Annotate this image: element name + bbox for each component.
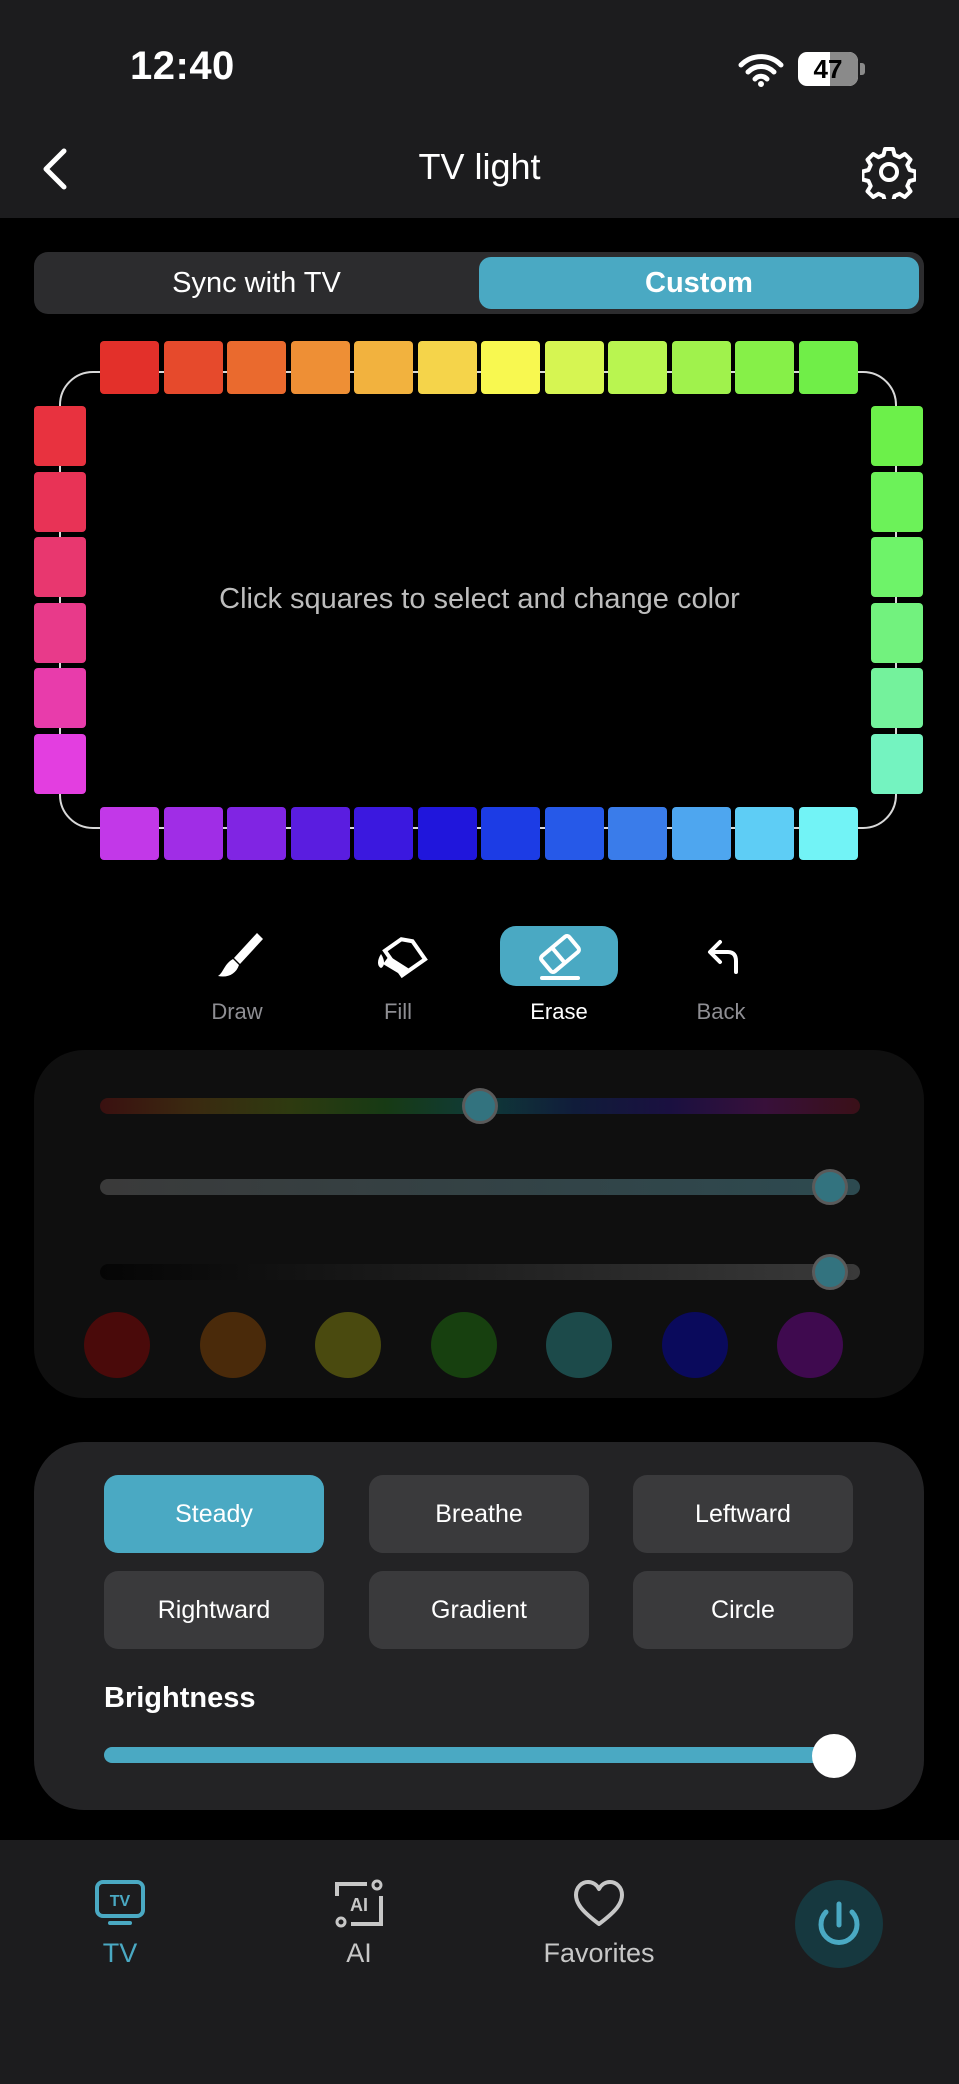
led-square-bottom[interactable] [671, 807, 731, 860]
svg-text:TV: TV [110, 1893, 131, 1910]
led-square-top[interactable] [100, 341, 159, 394]
color-preset-swatch[interactable] [84, 1312, 150, 1378]
tab-ai[interactable]: AI AI [279, 1878, 439, 1969]
led-square-top[interactable] [544, 341, 604, 394]
led-square-top[interactable] [290, 341, 350, 394]
color-preset-swatch[interactable] [315, 1312, 381, 1378]
fill-tool-label: Fill [383, 999, 413, 1024]
mode-gradient-button[interactable]: Gradient [369, 1571, 589, 1649]
tab-favorites[interactable]: Favorites [519, 1878, 679, 1969]
tab-tv-label: TV [102, 1938, 138, 1968]
led-square-top[interactable] [417, 341, 477, 394]
mode-segmented-control: Sync with TV Custom [34, 252, 924, 314]
wifi-icon [738, 54, 784, 87]
battery-level: 47 [813, 54, 843, 84]
led-square-bottom[interactable] [481, 807, 540, 860]
segment-sync-with-tv[interactable]: Sync with TV [34, 252, 479, 314]
led-square-top[interactable] [163, 341, 223, 394]
brightness-slider-handle[interactable] [812, 1734, 856, 1778]
color-preset-swatch[interactable] [661, 1312, 728, 1378]
page-title: TV light [418, 146, 541, 187]
led-square-bottom[interactable] [163, 807, 223, 860]
led-square-bottom[interactable] [354, 807, 413, 860]
value-slider-track[interactable] [100, 1264, 860, 1280]
led-hint-text: Click squares to select and change color [219, 583, 740, 615]
led-square-top[interactable] [671, 341, 731, 394]
power-icon [818, 1901, 860, 1945]
mode-leftward-button[interactable]: Leftward [633, 1475, 853, 1553]
power-button[interactable] [795, 1880, 883, 1968]
svg-text:AI: AI [350, 1895, 368, 1915]
hue-slider-handle[interactable] [462, 1088, 498, 1124]
mode-rightward-button[interactable]: Rightward [104, 1571, 324, 1649]
led-square-left[interactable] [34, 668, 86, 728]
led-square-top[interactable] [608, 341, 667, 394]
led-square-bottom[interactable] [544, 807, 604, 860]
led-square-right[interactable] [871, 733, 923, 794]
erase-tool-button[interactable]: Erase [499, 922, 619, 1032]
mode-steady-button[interactable]: Steady [104, 1475, 324, 1553]
led-square-bottom[interactable] [417, 807, 477, 860]
saturation-slider-track[interactable] [100, 1179, 860, 1195]
draw-tool-label: Draw [211, 999, 263, 1024]
eraser-icon [500, 926, 618, 986]
draw-tool-button[interactable]: Draw [177, 922, 297, 1032]
led-square-top[interactable] [798, 341, 858, 394]
saturation-slider-handle[interactable] [812, 1169, 848, 1205]
led-square-bottom[interactable] [227, 807, 286, 860]
led-square-left[interactable] [34, 471, 86, 532]
led-square-bottom[interactable] [608, 807, 667, 860]
brightness-label: Brightness [104, 1682, 256, 1714]
led-square-top[interactable] [481, 341, 540, 394]
mode-breathe-button[interactable]: Breathe [369, 1475, 589, 1553]
segment-custom[interactable]: Custom [479, 257, 919, 309]
erase-tool-label: Erase [530, 999, 588, 1024]
led-square-right[interactable] [871, 471, 923, 532]
led-square-bottom[interactable] [290, 807, 350, 860]
led-square-top[interactable] [735, 341, 794, 394]
led-square-bottom[interactable] [735, 807, 794, 860]
tab-favorites-label: Favorites [543, 1938, 655, 1968]
led-square-right[interactable] [871, 668, 923, 728]
led-square-left[interactable] [34, 733, 86, 794]
color-preset-swatch[interactable] [430, 1312, 497, 1378]
back-tool-label: Back [696, 999, 746, 1024]
heart-icon [574, 1880, 624, 1926]
ai-icon: AI [335, 1879, 383, 1928]
led-square-bottom[interactable] [100, 807, 159, 860]
undo-arrow-icon [708, 940, 738, 974]
led-square-bottom[interactable] [798, 807, 858, 860]
fill-tool-button[interactable]: Fill [338, 922, 458, 1032]
paint-bucket-icon [378, 937, 428, 979]
color-preset-swatch[interactable] [546, 1312, 612, 1378]
led-square-right[interactable] [871, 406, 923, 466]
mode-circle-button[interactable]: Circle [633, 1571, 853, 1649]
tab-tv[interactable]: TV TV [40, 1878, 200, 1969]
status-time: 12:40 [130, 44, 235, 88]
led-square-top[interactable] [354, 341, 413, 394]
color-preset-swatch[interactable] [199, 1312, 266, 1378]
brightness-slider-track[interactable] [104, 1747, 856, 1763]
battery-icon: 47 [798, 52, 866, 86]
brush-icon [218, 933, 263, 977]
gear-icon[interactable] [862, 145, 916, 199]
tab-ai-label: AI [346, 1938, 372, 1968]
color-preset-swatch[interactable] [777, 1312, 843, 1378]
tv-icon: TV [95, 1880, 145, 1925]
back-tool-button[interactable]: Back [661, 922, 781, 1032]
led-square-left[interactable] [34, 406, 86, 466]
led-square-top[interactable] [227, 341, 286, 394]
value-slider-handle[interactable] [812, 1254, 848, 1290]
